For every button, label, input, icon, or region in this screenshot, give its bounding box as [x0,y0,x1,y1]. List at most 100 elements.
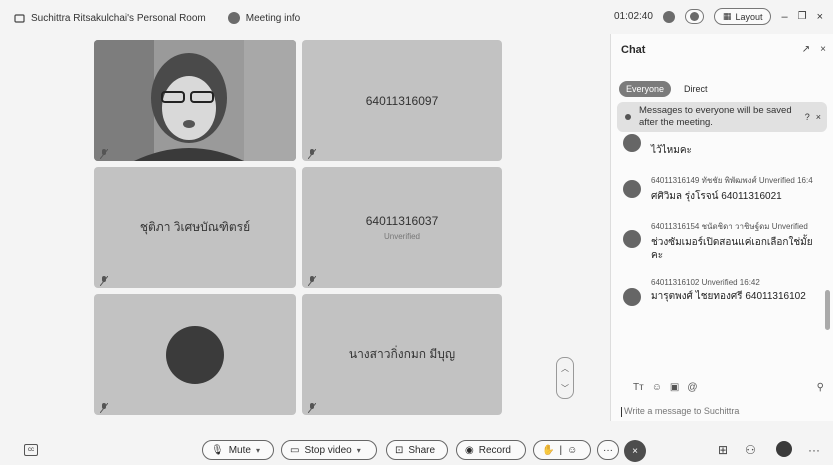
raise-hand-icon[interactable]: ✋ [542,445,554,456]
share-label: Share [408,444,436,456]
security-icon[interactable] [662,10,675,23]
participant-name: ชุติภา วิเศษบัณฑิตรย์ [139,220,251,234]
mic-off-icon [307,400,317,414]
room-icon [14,13,25,24]
avatar [166,325,224,384]
mute-label: Mute [228,444,251,456]
avatar [623,134,641,152]
minimize-icon[interactable]: – [781,11,787,23]
more-options-button[interactable]: ··· [597,440,619,460]
chat-notice: Messages to everyone will be saved after… [617,102,827,132]
help-icon[interactable]: ? [805,111,810,123]
chat-message: 64011316102 Unverified 16:42 มารุตพงศ์ ไ… [623,278,828,306]
video-camera-icon: ▭ [290,444,300,456]
message-meta: 64011316149 ทัชชัย พิพัฒพงศ์ Unverified … [651,176,813,185]
avatar [623,230,641,248]
reactions-group[interactable]: ✋ | ☺ [533,440,591,460]
close-chat-icon[interactable]: × [820,44,826,55]
mention-icon[interactable]: @ [687,382,697,393]
text-caret [621,406,622,417]
participant-name: 64011316097 [365,93,439,108]
reactions-button[interactable] [684,9,704,24]
chat-message: ไว้ไหมคะ [623,134,828,157]
chevron-down-icon[interactable]: ▾ [357,446,361,455]
chat-title: Chat [621,44,646,56]
share-screen-icon: ⊡ [395,444,404,456]
video-tile[interactable]: นางสาวกิ่งกมก มีบุญ [302,294,502,415]
attach-icon[interactable]: ⚲ [817,382,824,393]
divider: | [559,444,563,456]
room-name: Suchittra Ritsakulchai's Personal Room [31,12,206,24]
video-tile[interactable]: 64011316097 [302,40,502,161]
info-icon [227,12,240,24]
chat-scrollbar[interactable] [825,290,830,330]
chat-toggle-icon[interactable] [776,441,792,457]
chat-message: 64011316154 ชนัดชิดา วาชิษฐ์ดม Unverifie… [623,220,828,262]
share-button[interactable]: ⊡ Share [386,440,448,460]
emoji-icon[interactable]: ☺ [567,445,577,456]
mic-off-icon [307,146,317,160]
microphone-icon: 🎙︎ [211,444,224,456]
layout-label: Layout [735,11,763,22]
video-tile[interactable]: ชุติภา วิเศษบัณฑิตรย์ [94,167,296,288]
message-body: มารุตพงศ์ ไชยทองศรี 64011316102 [651,291,806,302]
restore-icon[interactable]: ❐ [798,11,807,22]
chevron-up-icon[interactable]: ︿ [561,363,569,374]
tab-direct[interactable]: Direct [677,81,715,97]
more-icon: ··· [603,444,613,456]
chat-input-placeholder: Write a message to Suchittra [624,406,740,416]
popout-icon[interactable]: ↗ [802,44,810,55]
chevron-down-icon[interactable]: ﹀ [561,383,569,394]
chevron-down-icon[interactable]: ▾ [256,446,260,455]
mic-off-icon [307,273,317,287]
chat-input[interactable]: Write a message to Suchittra [621,406,824,417]
record-label: Record [478,444,511,456]
chat-message: 64011316149 ทัชชัย พิพัฒพงศ์ Unverified … [623,174,828,203]
notice-text: Messages to everyone will be saved after… [639,105,792,128]
grid-page-scroller[interactable]: ︿ ﹀ [556,357,574,399]
meeting-info-button[interactable]: Meeting info [227,12,300,24]
message-body: ช่วงซัมเมอร์เปิดสอนแค่เอกเลือกใช่มั้ยคะ [651,237,813,261]
stop-video-label: Stop video [304,444,352,456]
info-icon [625,114,631,120]
control-bar: cc 🎙︎ Mute ▾ ▭ Stop video ▾ ⊡ Share ◉ Re… [0,430,833,465]
message-body: ศศิวิมล รุ่งโรจน์ 64011316021 [651,191,782,202]
close-icon[interactable]: × [817,11,823,23]
message-meta: 64011316154 ชนัดชิดา วาชิษฐ์ดม Unverifie… [651,222,808,231]
chat-format-toolbar: Tт ☺ ▣ @ [633,382,698,393]
unverified-badge: Unverified [383,232,420,241]
emoji-icon [689,12,699,21]
text-format-icon[interactable]: Tт [633,382,644,393]
gif-icon[interactable]: ▣ [670,382,679,393]
mute-button[interactable]: 🎙︎ Mute ▾ [202,440,274,460]
video-tile-self[interactable] [94,40,296,161]
record-button[interactable]: ◉ Record [456,440,526,460]
avatar [623,180,641,198]
video-tile[interactable]: 64011316037 Unverified [302,167,502,288]
leave-meeting-button[interactable]: × [624,440,646,462]
apps-icon[interactable]: ⊞ [718,443,728,457]
participants-icon[interactable]: ⚇ [745,443,756,457]
video-grid: 64011316097 ชุติภา วิเศษบัณฑิตรย์ 640113… [94,40,502,420]
meeting-timer: 01:02:40 [613,11,653,22]
message-body: ไว้ไหมคะ [651,145,692,156]
avatar [623,288,641,306]
mic-off-icon [99,400,109,414]
grid-icon: ▦ [722,11,732,21]
more-icon[interactable]: ··· [808,443,820,457]
message-meta: 64011316102 Unverified 16:42 [651,278,760,287]
participant-name: 64011316037 [365,214,439,228]
layout-button[interactable]: ▦ Layout [713,8,772,25]
video-tile[interactable] [94,294,296,415]
participant-name: นางสาวกิ่งกมก มีบุญ [348,347,456,361]
mic-off-icon [99,273,109,287]
record-icon: ◉ [465,444,474,456]
captions-icon[interactable]: cc [24,444,38,456]
emoji-icon[interactable]: ☺ [652,382,662,393]
mic-off-icon [99,146,109,160]
stop-video-button[interactable]: ▭ Stop video ▾ [281,440,377,460]
participant-video [94,40,296,161]
dismiss-icon[interactable]: × [816,111,821,123]
chat-panel: Chat ↗ × Everyone Direct ไว้ไหมคะ Messag… [610,34,833,421]
tab-everyone[interactable]: Everyone [619,81,672,97]
